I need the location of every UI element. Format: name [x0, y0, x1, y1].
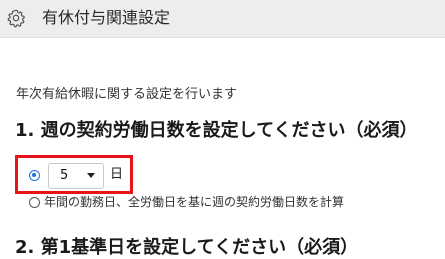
highlight-box — [15, 155, 133, 194]
calculate-days-label[interactable]: 年間の勤務日、全労働日を基に週の契約労働日数を計算 — [44, 194, 344, 210]
intro-text: 年次有給休暇に関する設定を行います — [16, 87, 238, 102]
section-heading-base-date: 2. 第1基準日を設定してください（必須） — [15, 237, 359, 258]
header-title: 有休付与関連設定 — [42, 8, 171, 27]
gear-icon[interactable] — [6, 8, 26, 28]
page-header: 有休付与関連設定 — [0, 0, 445, 38]
radio-calculate-days[interactable] — [29, 197, 40, 208]
section-heading-contract-days: 1. 週の契約労働日数を設定してください（必須） — [15, 120, 418, 141]
